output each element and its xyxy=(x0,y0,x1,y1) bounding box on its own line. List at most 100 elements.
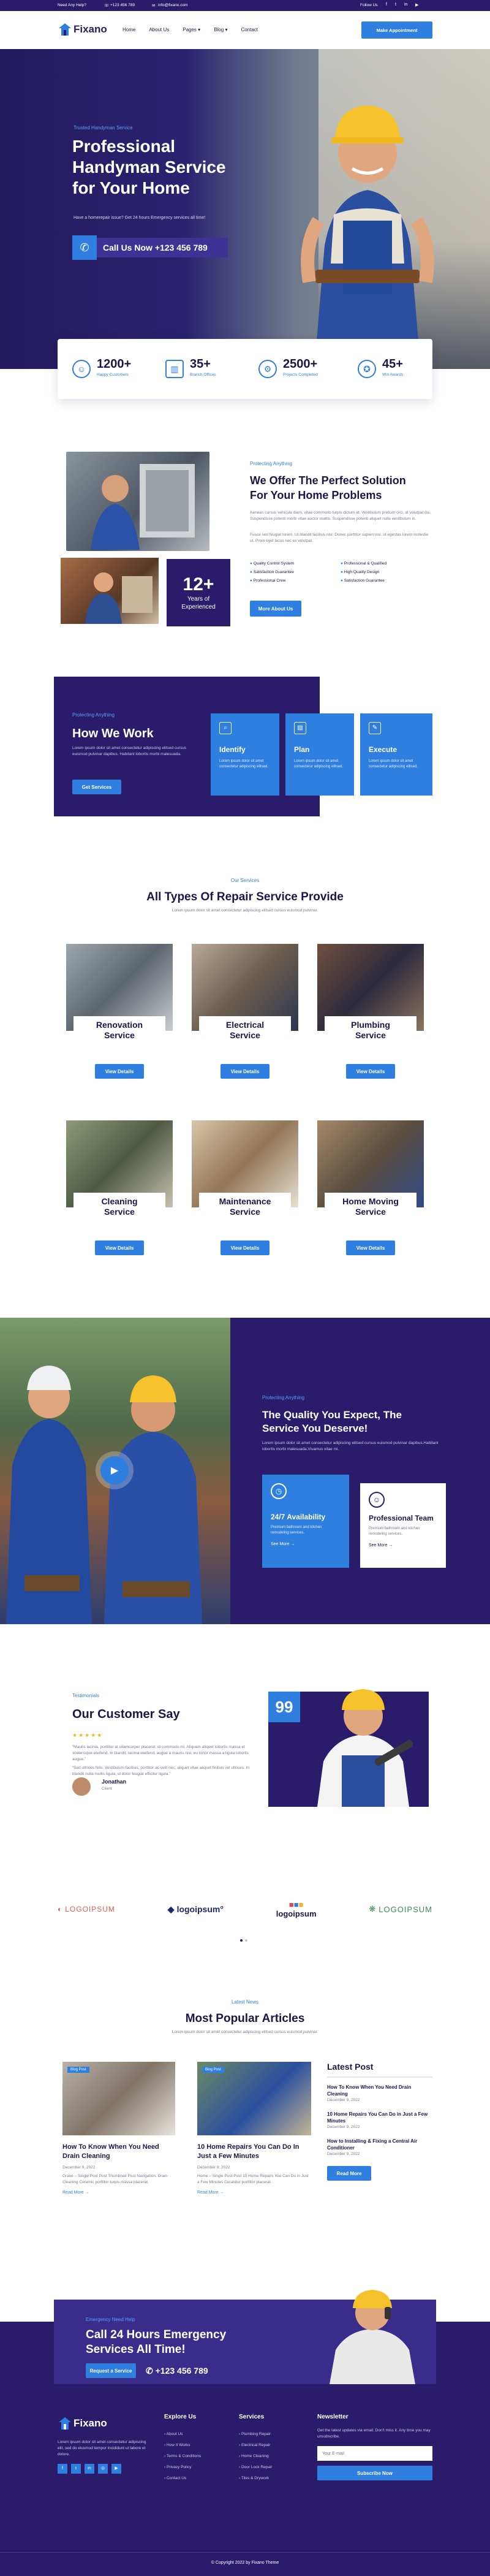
play-video-button[interactable]: ▶ xyxy=(100,1456,129,1484)
footer-link[interactable]: › About Us xyxy=(164,2429,201,2440)
stat-projects: ⚙ 2500+ Projects Completed xyxy=(258,356,344,383)
about-image-secondary xyxy=(58,555,162,627)
blog-post-date: December 9, 2022 xyxy=(62,2165,96,2170)
view-details-button[interactable]: View Details xyxy=(95,1241,144,1255)
arrow-right-icon: → xyxy=(388,1543,393,1548)
subscribe-button[interactable]: Subscribe Now xyxy=(317,2466,432,2480)
blog-subtitle: Lorem ipsum dolor sit amet consectetur a… xyxy=(172,2030,318,2034)
step-card-execute: ✎ Execute Lorem ipsum dolor sit amet con… xyxy=(360,713,432,796)
get-services-button[interactable]: Get Services xyxy=(72,780,121,794)
how-tag: Protecting Anything xyxy=(72,712,115,718)
blog-title: Most Popular Articles xyxy=(185,2012,305,2025)
footer-link[interactable]: › Privacy Policy xyxy=(164,2462,201,2473)
footer-link[interactable]: › Tiles & Drywork xyxy=(239,2473,273,2484)
latest-title: Latest Post xyxy=(327,2062,374,2072)
mail-icon: ✉ xyxy=(152,4,156,8)
latest-item[interactable]: How to Installing & Fixing a Central Air… xyxy=(327,2138,432,2157)
more-about-button[interactable]: More About Us xyxy=(250,601,301,617)
stat-label: Projects Completed xyxy=(283,373,318,377)
step-text: Lorem ipsum dolor sit amet consectetur a… xyxy=(219,759,269,769)
blog-tag: Latest News xyxy=(231,1999,259,2005)
facebook-icon[interactable]: f xyxy=(386,2,387,7)
availability-card: ◷ 24/7 Availability Premium bathroom and… xyxy=(262,1475,349,1568)
client-logo-4[interactable]: ❋ LOGOIPSUM xyxy=(369,1904,432,1914)
footer-link[interactable]: › How It Works xyxy=(164,2440,201,2451)
newsletter-email-input[interactable] xyxy=(317,2446,432,2461)
quote-icon: 99 xyxy=(268,1692,300,1722)
nav-item-about[interactable]: About Us xyxy=(149,27,169,32)
facebook-icon[interactable]: f xyxy=(58,2464,67,2474)
youtube-icon[interactable]: ▶ xyxy=(111,2464,121,2474)
topbar-phone[interactable]: +123 456 789 xyxy=(110,3,135,7)
topbar-email[interactable]: info@fixano.com xyxy=(158,3,188,7)
blog-post-title[interactable]: 10 Home Repairs You Can Do In Just a Few … xyxy=(197,2143,311,2161)
service-title: Home Moving Service xyxy=(325,1193,417,1221)
blog-image[interactable]: Blog Post xyxy=(197,2062,311,2135)
linkedin-icon[interactable]: in xyxy=(85,2464,94,2474)
footer-logo-text[interactable]: Fixano xyxy=(74,2417,107,2430)
newsletter-text: Get the latest updates via email. Don't … xyxy=(317,2428,431,2439)
stat-number: 1200+ xyxy=(97,357,132,371)
footer-link[interactable]: › Electrical Repair xyxy=(239,2440,273,2451)
latest-item[interactable]: 10 Home Repairs You Can Do in Just a Few… xyxy=(327,2111,432,2130)
step-text: Lorem ipsum dolor sit amet consectetur a… xyxy=(294,759,344,769)
about-text-2: Fusce sed feugiat lorem. Ut blandit faci… xyxy=(250,533,429,543)
blog-post-title[interactable]: How To Know When You Need Drain Cleaning xyxy=(62,2143,175,2161)
footer-link[interactable]: › Contact Us xyxy=(164,2473,201,2484)
latest-read-more-button[interactable]: Read More xyxy=(327,2166,371,2181)
copyright: © Copyright 2022 by Fixano Theme xyxy=(211,2561,279,2565)
check-icon: ● xyxy=(341,579,343,583)
latest-item[interactable]: How To Know When You Need Drain Cleaning… xyxy=(327,2084,432,2103)
twitter-icon[interactable]: t xyxy=(71,2464,81,2474)
read-more-link[interactable]: Read More → xyxy=(197,2190,311,2195)
testimonial-title: Our Customer Say xyxy=(72,1708,180,1721)
logo-icon[interactable] xyxy=(58,22,72,37)
view-details-button[interactable]: View Details xyxy=(221,1064,270,1079)
client-logo-3[interactable]: ■■■ logoipsum xyxy=(276,1900,317,1918)
footer-link[interactable]: › Plumbing Repair xyxy=(239,2429,273,2440)
view-details-button[interactable]: View Details xyxy=(346,1064,395,1079)
rating-stars: ★★★★★ xyxy=(72,1732,104,1738)
view-details-button[interactable]: View Details xyxy=(221,1241,270,1255)
check-item: ● Professional Crew xyxy=(250,579,286,583)
nav-item-home[interactable]: Home xyxy=(123,27,135,32)
footer-social: f t in ◎ ▶ xyxy=(58,2464,121,2474)
gear-icon: ⚙ xyxy=(258,360,277,378)
instagram-icon[interactable]: ◎ xyxy=(98,2464,108,2474)
services-subtitle: Lorem ipsum dolor sit amet consectetur a… xyxy=(172,908,318,913)
emergency-worker-image xyxy=(330,2290,415,2384)
award-icon: ✪ xyxy=(358,360,376,378)
footer-link[interactable]: › Terms & Conditions xyxy=(164,2451,201,2462)
client-logo-2[interactable]: ◆ logoipsum° xyxy=(168,1904,224,1915)
step-title: Plan xyxy=(294,745,310,754)
logo-mark-icon: ◐ xyxy=(58,1905,63,1913)
youtube-icon[interactable]: ▶ xyxy=(415,2,418,7)
footer-link[interactable]: › Home Cleaning xyxy=(239,2451,273,2462)
view-details-button[interactable]: View Details xyxy=(346,1241,395,1255)
carousel-dots[interactable] xyxy=(240,1939,247,1942)
about-tag: Protecting Anything xyxy=(250,461,292,466)
footer-logo-icon[interactable] xyxy=(58,2416,72,2431)
nav-item-blog[interactable]: Blog ▾ xyxy=(214,27,227,32)
follow-label: Follow Us xyxy=(360,3,378,7)
see-more-link[interactable]: See More → xyxy=(369,1543,437,1548)
nav-item-contact[interactable]: Contact xyxy=(241,27,258,32)
linkedin-icon[interactable]: in xyxy=(404,2,407,7)
footer-link[interactable]: › Door Lock Repair xyxy=(239,2462,273,2473)
read-more-link[interactable]: Read More → xyxy=(62,2190,175,2195)
client-logo-1[interactable]: ◐ LOGOIPSUM xyxy=(58,1905,115,1913)
service-title: Cleaning Service xyxy=(74,1193,165,1221)
request-service-button[interactable]: Request a Service xyxy=(86,2363,136,2378)
view-details-button[interactable]: View Details xyxy=(95,1064,144,1079)
experience-label: Years of Experienced xyxy=(181,596,216,610)
hero-section: Trusted Handyman Service Professional Ha… xyxy=(0,49,490,369)
nav-item-pages[interactable]: Pages ▾ xyxy=(183,27,200,32)
see-more-link[interactable]: See More → xyxy=(271,1542,341,1546)
hero-call-button[interactable]: ✆ Call Us Now +123 456 789 xyxy=(72,235,228,260)
blog-image[interactable]: Blog Post xyxy=(62,2062,175,2135)
logo-text[interactable]: Fixano xyxy=(74,23,107,36)
twitter-icon[interactable]: t xyxy=(395,2,396,7)
make-appointment-button[interactable]: Make Appointment xyxy=(361,21,432,39)
blog-post-excerpt: Grave – Single Post Post Thumbnail Post … xyxy=(62,2174,168,2184)
emergency-phone[interactable]: ✆ +123 456 789 xyxy=(146,2363,208,2378)
